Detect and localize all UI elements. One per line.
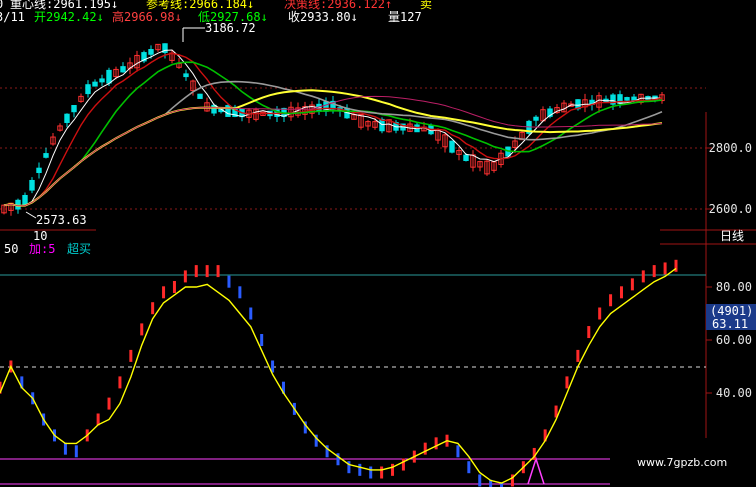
- header-volume: 量127: [388, 10, 422, 24]
- indicator-bar: [478, 474, 482, 487]
- indicator-bar: [227, 275, 231, 288]
- candle-body: [148, 49, 154, 55]
- price-tick-2800: 2800.0: [708, 141, 752, 155]
- indicator-bar: [107, 397, 111, 410]
- candle-body: [463, 154, 469, 161]
- candle-body: [449, 140, 455, 153]
- indicator-tick-40: 40.00: [715, 386, 752, 400]
- indicator-bar: [587, 326, 591, 339]
- candle-body: [92, 81, 98, 87]
- candle-body: [71, 105, 77, 113]
- period-selector[interactable]: 日线: [720, 229, 744, 243]
- candle-body: [197, 93, 203, 99]
- low-price-label: 2573.63: [36, 213, 87, 227]
- indicator-bar: [619, 286, 623, 299]
- indicator-bar: [391, 463, 395, 476]
- indicator-bar: [205, 265, 209, 278]
- indicator-bar: [358, 463, 362, 476]
- indicator-bar: [598, 307, 602, 320]
- header-sell-label: 卖: [420, 0, 433, 11]
- indicator-bar: [380, 466, 384, 479]
- candle-body: [624, 97, 630, 101]
- indicator-bar: [467, 461, 471, 474]
- watermark: www.7gpzb.com: [637, 456, 728, 469]
- header-high: 高2966.98↓: [112, 10, 182, 24]
- candle-body: [85, 84, 91, 95]
- candle-body: [64, 113, 70, 123]
- indicator-label-period: 50: [4, 242, 19, 256]
- indicator-bar: [238, 286, 242, 299]
- indicator-bar: [151, 302, 155, 315]
- indicator-bar: [260, 334, 264, 346]
- header-open: 开2942.42↓: [34, 10, 104, 24]
- price-tick-2600: 2600.0: [708, 202, 752, 216]
- indicator-bar: [630, 278, 634, 291]
- candle-body: [106, 69, 112, 84]
- stock-chart[interactable]: [0, 0, 756, 487]
- indicator-bar: [401, 458, 405, 471]
- badge-value: 63.11: [712, 317, 749, 331]
- indicator-bar: [183, 270, 187, 283]
- indicator-bar: [118, 376, 122, 389]
- indicator-bar: [576, 349, 580, 362]
- indicator-bar: [162, 286, 166, 299]
- candle-body: [183, 73, 189, 78]
- candle-body: [22, 194, 28, 206]
- indicator-bar: [249, 307, 253, 320]
- indicator-bar: [663, 262, 667, 275]
- high-price-label: 3186.72: [205, 21, 256, 35]
- header-close: 收2933.80↓: [288, 10, 358, 24]
- candle-body: [29, 179, 35, 191]
- indicator-tick-80: 80.00: [715, 280, 752, 294]
- indicator-bar: [369, 466, 373, 479]
- indicator-bar: [74, 445, 78, 458]
- badge-code: (4901): [710, 304, 754, 318]
- indicator-bar: [641, 270, 645, 283]
- indicator-bar: [423, 442, 427, 455]
- indicator-bar: [652, 265, 656, 278]
- candle-body: [120, 66, 126, 73]
- indicator-bar: [434, 437, 438, 450]
- candle-body: [43, 153, 49, 158]
- indicator-label-overbought: 超买: [67, 242, 92, 256]
- header-date: 3/11: [0, 10, 25, 24]
- indicator-bar: [456, 445, 460, 458]
- indicator-tick-60: 60.00: [715, 333, 752, 347]
- indicator-label-add: 加:5: [29, 242, 56, 256]
- candle-body: [211, 104, 217, 114]
- indicator-bar: [194, 265, 198, 278]
- indicator-bar: [216, 265, 220, 278]
- indicator-bar: [63, 442, 67, 455]
- candle-body: [631, 96, 637, 101]
- period-label: 10: [33, 229, 48, 243]
- candle-body: [36, 167, 42, 174]
- indicator-bar: [609, 294, 613, 307]
- indicator-bar: [565, 376, 569, 389]
- candle-body: [99, 78, 105, 83]
- candle-body: [533, 116, 539, 121]
- indicator-bar: [129, 349, 133, 362]
- indicator-bar: [140, 323, 144, 336]
- indicator-bar: [172, 281, 176, 293]
